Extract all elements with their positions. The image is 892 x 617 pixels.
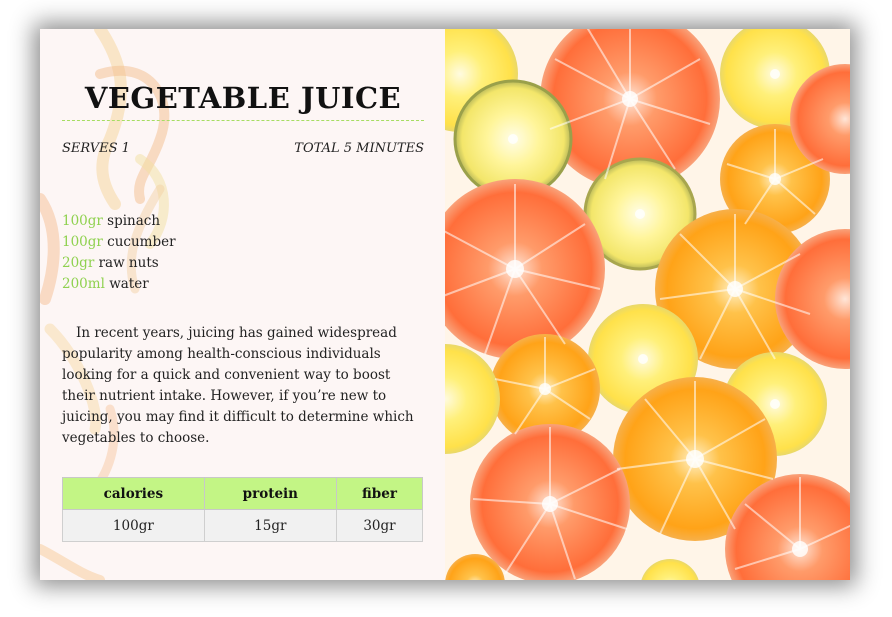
citrus-slices-image [445,29,850,580]
recipe-title: VEGETABLE JUICE [84,81,402,115]
nutrition-value-fiber: 30gr [335,509,424,542]
title-divider [62,120,424,121]
nutrition-header-row: calories protein fiber [62,477,424,510]
nutrition-value-calories: 100gr [62,509,205,542]
nutrition-value-row: 100gr 15gr 30gr [62,509,424,542]
ingredient-list: 100gr spinach 100gr cucumber 20gr raw nu… [62,211,176,295]
ingredient-qty: 100gr [62,234,103,250]
recipe-description: In recent years, juicing has gained wide… [62,325,414,446]
servings: SERVES 1 [62,141,130,156]
ingredient-name: raw nuts [98,255,159,271]
ingredient-item: 100gr cucumber [62,232,176,253]
ingredient-qty: 100gr [62,213,103,229]
ingredient-item: 20gr raw nuts [62,253,176,274]
nutrition-header-calories: calories [62,477,205,510]
nutrition-value-protein: 15gr [203,509,337,542]
nutrition-header-protein: protein [203,477,337,510]
ingredient-item: 100gr spinach [62,211,176,232]
recipe-card: VEGETABLE JUICE SERVES 1 TOTAL 5 MINUTES… [40,29,850,580]
citrus-photo [445,29,850,580]
nutrition-table: calories protein fiber 100gr 15gr 30gr [62,477,424,542]
total-time: TOTAL 5 MINUTES [294,141,424,156]
ingredient-item: 200ml water [62,274,176,295]
ingredient-name: cucumber [107,234,176,250]
ingredient-name: spinach [107,213,161,229]
ingredient-qty: 200ml [62,276,105,292]
ingredient-name: water [109,276,149,292]
ingredient-qty: 20gr [62,255,95,271]
recipe-text-panel: VEGETABLE JUICE SERVES 1 TOTAL 5 MINUTES… [40,29,445,580]
nutrition-header-fiber: fiber [335,477,424,510]
